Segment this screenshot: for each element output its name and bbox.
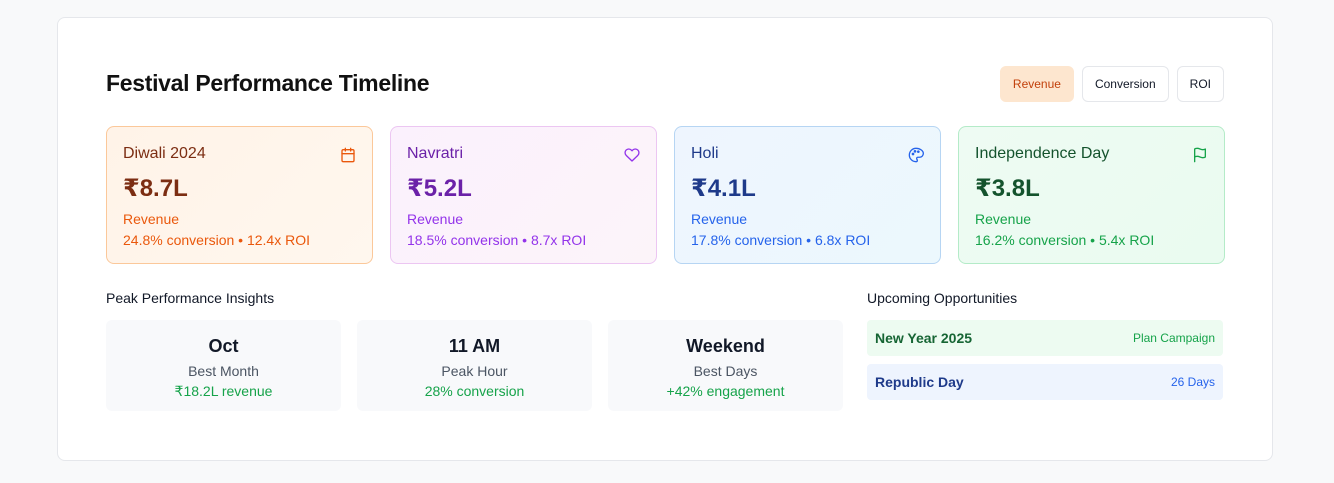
opportunity-item-new-year[interactable]: New Year 2025 Plan Campaign xyxy=(867,320,1223,356)
festival-card-independence-day[interactable]: Independence Day ₹3.8L Revenue 16.2% con… xyxy=(958,126,1225,264)
insight-value: 11 AM xyxy=(448,336,501,356)
festival-metric-label: Revenue xyxy=(691,211,748,227)
festival-metric-label: Revenue xyxy=(123,211,180,227)
insight-detail: +42% engagement xyxy=(666,383,785,399)
festival-detail: 18.5% conversion • 8.7x ROI xyxy=(407,232,587,248)
festival-performance-panel: Festival Performance Timeline Revenue Co… xyxy=(57,17,1273,461)
opportunities-section-title: Upcoming Opportunities xyxy=(867,290,1018,306)
insight-label: Peak Hour xyxy=(441,363,508,379)
festival-detail: 24.8% conversion • 12.4x ROI xyxy=(123,232,310,248)
festival-detail: 17.8% conversion • 6.8x ROI xyxy=(691,232,871,248)
palette-icon xyxy=(908,147,924,163)
insights-list: Oct Best Month ₹18.2L revenue 11 AM Peak… xyxy=(106,320,843,411)
insight-card-peak-hour: 11 AM Peak Hour 28% conversion xyxy=(357,320,592,411)
conversion-toggle-button[interactable]: Conversion xyxy=(1081,66,1169,102)
insights-section-title: Peak Performance Insights xyxy=(106,290,275,306)
festival-name: Navratri xyxy=(407,145,464,162)
festival-name: Independence Day xyxy=(975,145,1110,162)
opportunity-countdown: 26 Days xyxy=(1170,375,1215,389)
festival-card-navratri[interactable]: Navratri ₹5.2L Revenue 18.5% conversion … xyxy=(390,126,657,264)
festival-amount: ₹5.2L xyxy=(407,175,472,202)
insight-label: Best Month xyxy=(188,363,259,379)
flag-icon xyxy=(1194,147,1206,163)
metric-toggle-group: Revenue Conversion ROI xyxy=(999,66,1224,102)
insight-card-best-days: Weekend Best Days +42% engagement xyxy=(608,320,843,411)
festival-card-diwali[interactable]: Diwali 2024 ₹8.7L Revenue 24.8% conversi… xyxy=(106,126,373,264)
insight-value: Oct xyxy=(208,336,239,356)
calendar-icon xyxy=(341,147,355,163)
roi-toggle-button[interactable]: ROI xyxy=(1176,66,1224,102)
page-title: Festival Performance Timeline xyxy=(106,70,430,96)
heart-icon xyxy=(624,148,640,162)
insight-detail: 28% conversion xyxy=(424,383,525,399)
opportunity-item-republic-day[interactable]: Republic Day 26 Days xyxy=(867,364,1223,400)
insight-label: Best Days xyxy=(693,363,758,379)
plan-campaign-link[interactable]: Plan Campaign xyxy=(1133,331,1215,345)
festival-metric-label: Revenue xyxy=(975,211,1032,227)
festival-name: Diwali 2024 xyxy=(123,145,206,162)
revenue-toggle-button[interactable]: Revenue xyxy=(999,66,1074,102)
festival-amount: ₹3.8L xyxy=(975,175,1040,202)
insight-card-best-month: Oct Best Month ₹18.2L revenue xyxy=(106,320,341,411)
festival-card-holi[interactable]: Holi ₹4.1L Revenue 17.8% conversion • 6.… xyxy=(674,126,941,264)
festival-metric-label: Revenue xyxy=(407,211,464,227)
festival-detail: 16.2% conversion • 5.4x ROI xyxy=(975,232,1155,248)
insight-value: Weekend xyxy=(686,336,765,356)
opportunities-list: New Year 2025 Plan Campaign Republic Day… xyxy=(867,320,1223,408)
festival-amount: ₹4.1L xyxy=(691,175,756,202)
festival-cards: Diwali 2024 ₹8.7L Revenue 24.8% conversi… xyxy=(106,126,1225,264)
opportunity-name: Republic Day xyxy=(875,374,964,390)
opportunity-name: New Year 2025 xyxy=(875,330,973,346)
festival-amount: ₹8.7L xyxy=(123,175,188,202)
festival-name: Holi xyxy=(691,145,719,162)
insight-detail: ₹18.2L revenue xyxy=(174,383,273,399)
